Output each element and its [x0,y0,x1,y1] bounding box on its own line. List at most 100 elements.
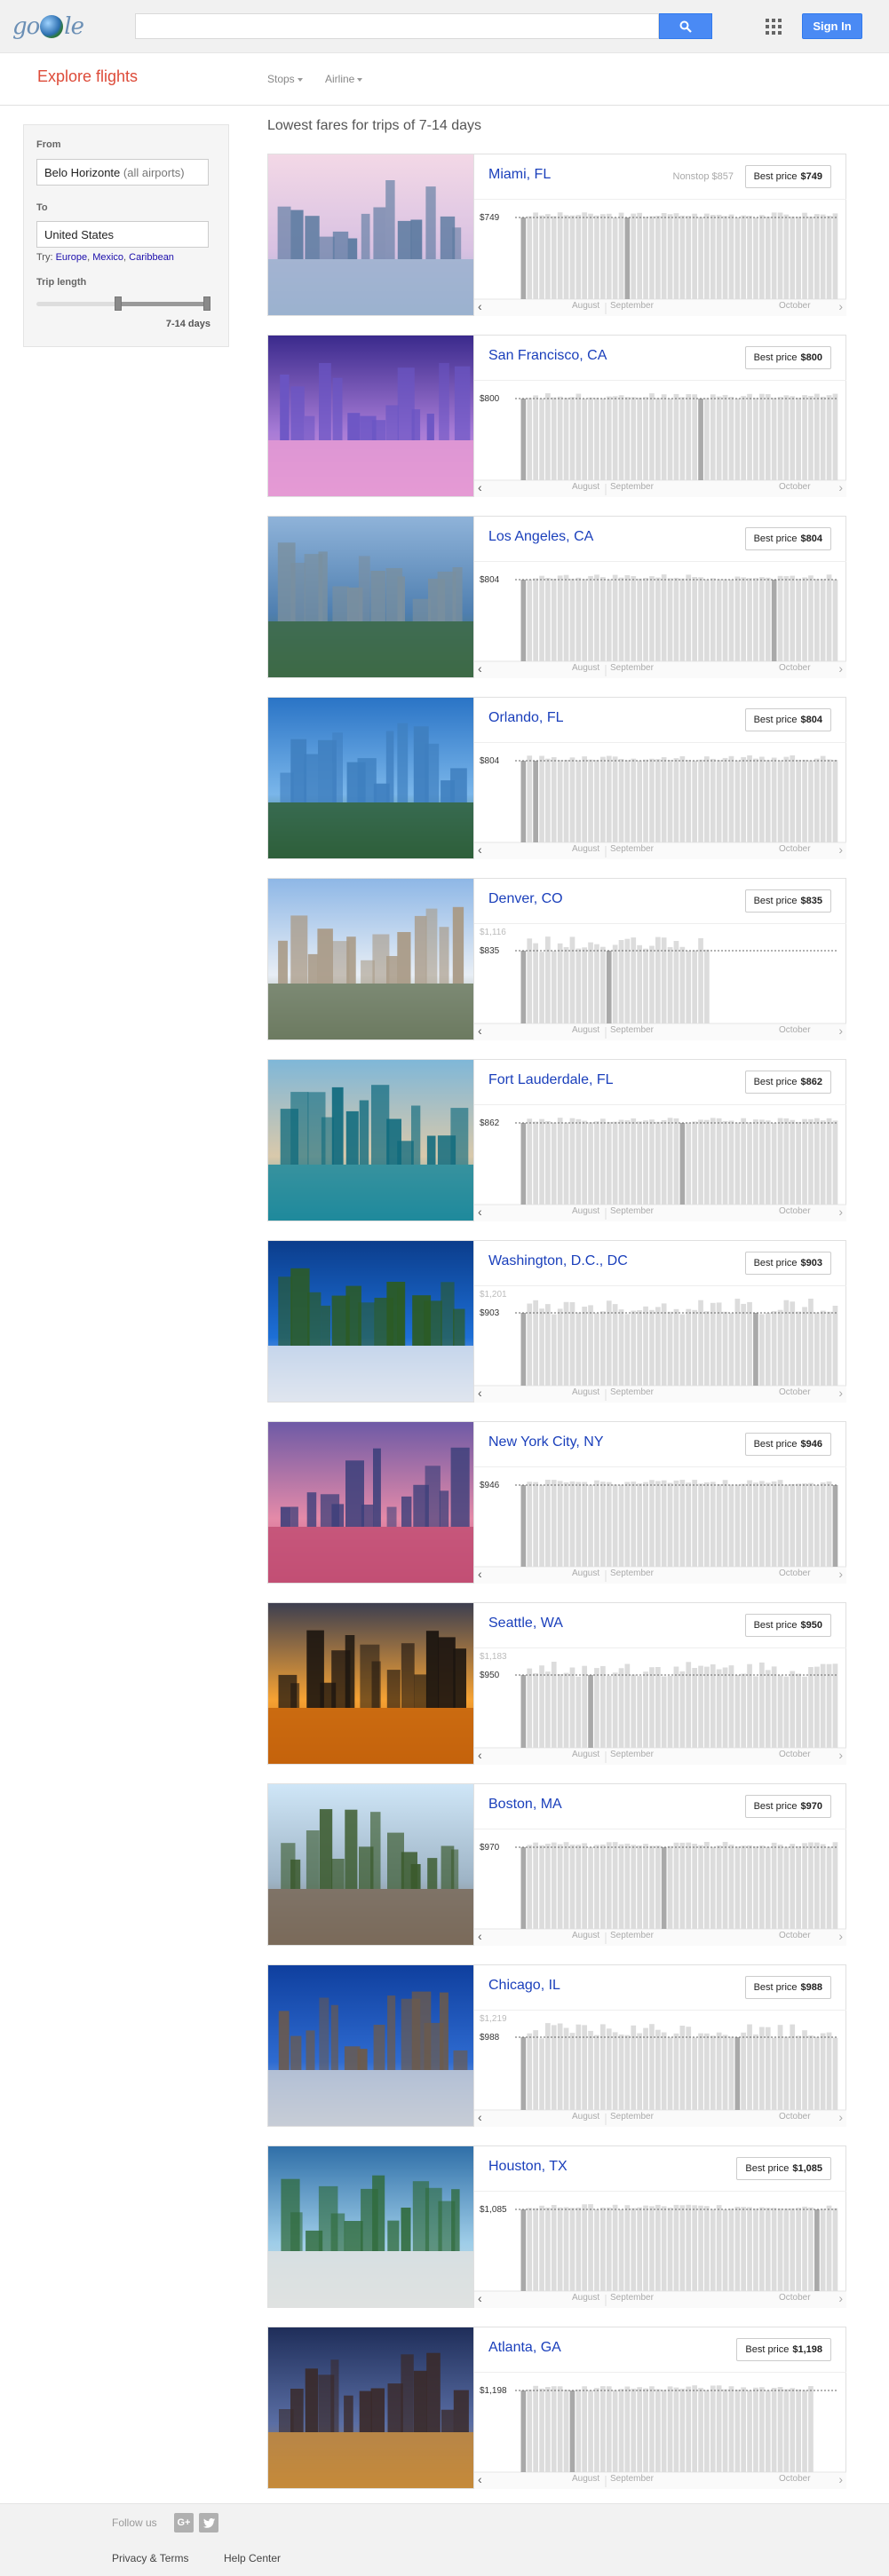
price-bar[interactable] [582,1307,587,1386]
price-bar[interactable] [551,578,557,661]
price-bar[interactable] [649,1845,655,1929]
destination-card[interactable]: Seattle, WA Best price $950 $1,183 $950 ‹… [267,1602,846,1765]
price-bar[interactable] [594,760,599,842]
price-bar[interactable] [582,756,587,842]
chevron-left-icon[interactable]: ‹ [478,300,482,312]
price-bar[interactable] [710,394,716,480]
price-bar[interactable] [612,217,618,299]
destination-card[interactable]: Orlando, FL Best price $804 $804 ‹ August… [267,697,846,859]
price-bar[interactable] [661,2032,667,2111]
destination-card[interactable]: Boston, MA Best price $970 $970 ‹ August … [267,1783,846,1946]
price-bar[interactable] [716,579,722,661]
price-bar[interactable] [594,1845,599,1929]
price-bar[interactable] [606,1121,612,1205]
price-bar[interactable] [606,396,612,480]
price-bar[interactable] [832,760,838,842]
price-bar[interactable] [661,394,667,480]
price-bar[interactable] [624,397,631,480]
price-bar[interactable] [790,2208,796,2291]
price-bar[interactable] [545,758,551,842]
price-bar[interactable] [704,1119,710,1205]
price-bar[interactable] [612,2204,618,2291]
price-bar[interactable] [673,2033,679,2110]
price-bar[interactable] [582,1120,587,1205]
price-bar[interactable] [783,214,790,299]
price-bar[interactable] [777,212,783,300]
price-bar[interactable] [814,393,820,480]
price-bar[interactable] [722,1480,728,1567]
price-bar[interactable] [753,2034,758,2110]
price-bar[interactable] [759,393,765,480]
price-bar[interactable] [679,2205,686,2291]
price-bar[interactable] [557,396,563,480]
price-bar[interactable] [802,759,807,842]
destination-photo[interactable] [268,1965,473,2126]
price-bar[interactable] [820,1310,826,1386]
price-bar[interactable] [527,755,533,842]
price-bar[interactable] [771,1842,777,1929]
price-bar[interactable] [618,395,624,480]
price-bar[interactable] [777,1845,783,1929]
price-bar[interactable] [527,1118,533,1205]
price-bar[interactable] [643,1306,648,1386]
price-bar[interactable] [765,2208,771,2291]
price-bar[interactable] [765,217,771,299]
price-bar[interactable] [655,216,661,299]
price-bar[interactable] [527,398,533,480]
price-bar[interactable] [649,2206,655,2291]
price-bar[interactable] [637,2207,642,2291]
price-bar[interactable] [783,756,790,842]
price-bar[interactable] [624,217,631,299]
price-bar[interactable] [569,1845,575,1929]
price-bar[interactable] [783,395,790,480]
price-bar[interactable] [692,213,697,299]
price-bar[interactable] [692,1844,697,1929]
price-bar[interactable] [637,1845,642,1929]
price-bar[interactable] [802,1676,807,1748]
price-bar[interactable] [802,2390,807,2473]
price-bar[interactable] [527,1845,533,1929]
destination-photo[interactable] [268,1422,473,1583]
price-bar[interactable] [679,1123,686,1205]
price-bar[interactable] [722,1120,728,1205]
price-bar[interactable] [734,1484,741,1567]
price-bar[interactable] [527,2208,533,2291]
price-bar[interactable] [832,1663,838,1748]
price-bar[interactable] [728,214,734,299]
price-bar[interactable] [643,2027,648,2110]
best-price-button[interactable]: Best price $800 [744,346,831,369]
chevron-left-icon[interactable]: ‹ [478,2292,482,2304]
price-bar[interactable] [826,2032,832,2110]
price-bar[interactable] [527,1303,533,1387]
price-bar[interactable] [765,760,771,842]
price-bar[interactable] [734,576,741,662]
price-bar[interactable] [624,1843,631,1929]
price-bar[interactable] [728,1665,734,1748]
price-calendar-chart[interactable]: $1,116 $835 ‹ August September October › [474,923,846,1040]
search-button[interactable] [659,13,712,39]
price-bar[interactable] [624,2386,631,2473]
price-bar[interactable] [563,215,569,299]
price-bar[interactable] [716,396,722,480]
price-bar[interactable] [826,759,832,843]
price-bar[interactable] [649,758,655,842]
price-bar[interactable] [704,1311,710,1386]
price-bar[interactable] [832,1485,838,1567]
price-bar[interactable] [569,215,575,299]
destination-city-link[interactable]: San Francisco, CA [488,348,607,364]
price-bar[interactable] [698,1845,703,1929]
price-bar[interactable] [747,1122,752,1205]
best-price-button[interactable]: Best price $804 [744,708,831,731]
price-bar[interactable] [575,1118,582,1205]
price-bar[interactable] [606,951,612,1023]
price-bar[interactable] [686,1308,692,1386]
price-bar[interactable] [618,2035,624,2110]
price-bar[interactable] [557,1308,563,1386]
price-bar[interactable] [582,398,587,480]
price-bar[interactable] [600,946,606,1023]
price-bar[interactable] [545,2023,551,2110]
price-bar[interactable] [667,1482,673,1568]
price-bar[interactable] [539,2388,544,2472]
price-bar[interactable] [747,1480,752,1567]
price-bar[interactable] [692,2037,697,2111]
